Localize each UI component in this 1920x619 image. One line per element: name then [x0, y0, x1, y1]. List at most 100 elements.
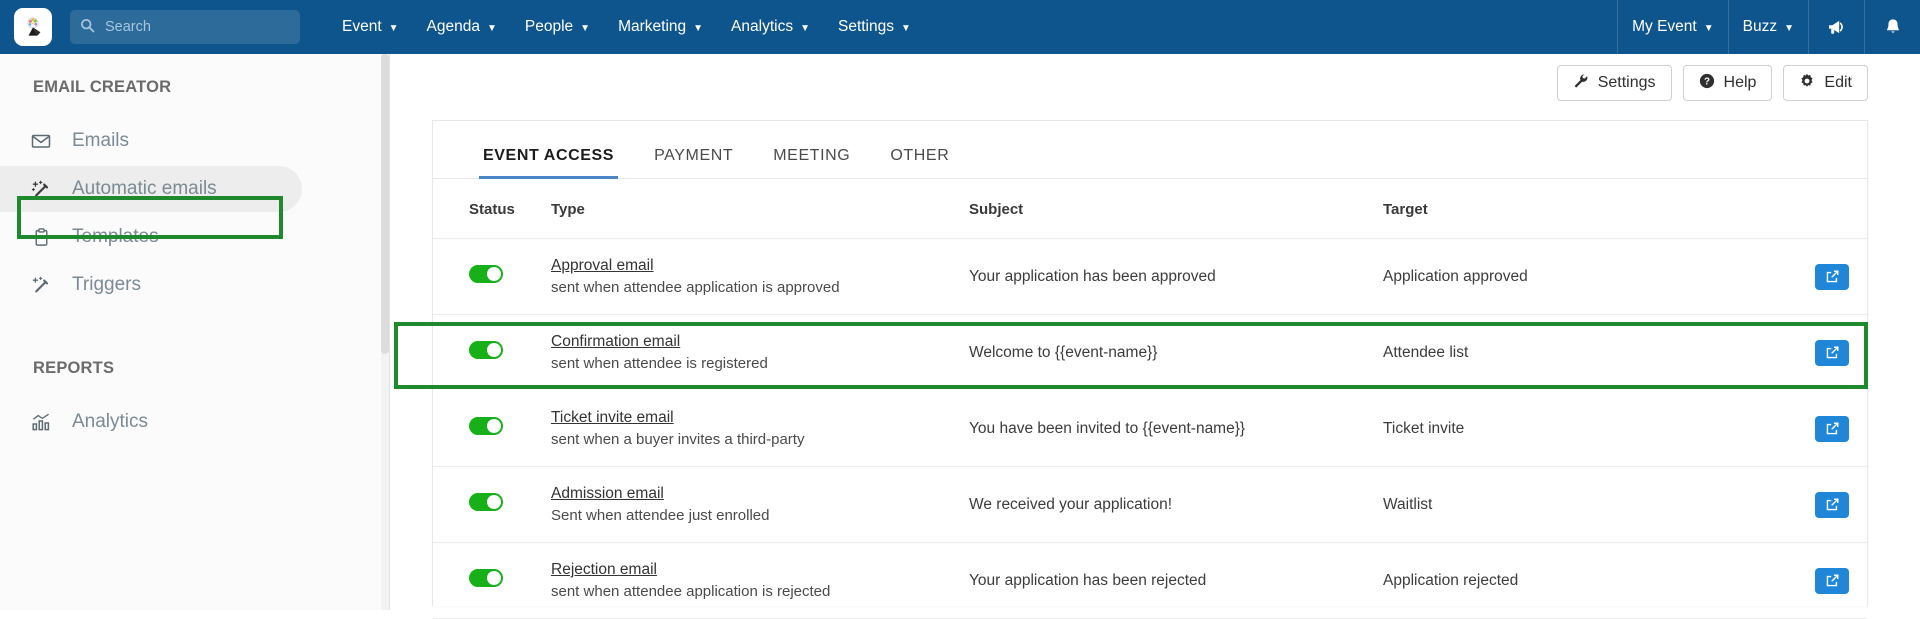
nav-item-buzz[interactable]: Buzz ▼	[1727, 0, 1808, 54]
nav-item-label: Agenda	[426, 18, 480, 35]
external-link-icon[interactable]	[1815, 339, 1849, 366]
magic-wand-icon	[28, 178, 54, 201]
row-action-cell	[1713, 390, 1867, 467]
row-target-cell: Ticket invite	[1383, 390, 1713, 467]
wrench-icon	[1573, 73, 1589, 94]
edit-button[interactable]: Edit	[1783, 65, 1868, 101]
sidebar-item-analytics[interactable]: Analytics	[0, 398, 389, 446]
edit-button-label: Edit	[1824, 74, 1852, 91]
tab-payment[interactable]: PAYMENT	[634, 147, 753, 178]
row-type-cell: Confirmation email sent when attendee is…	[551, 315, 969, 391]
nav-item-marketing[interactable]: Marketing ▼	[604, 0, 717, 54]
row-status-cell	[433, 542, 551, 619]
question-circle-icon: ?	[1699, 73, 1715, 94]
row-type-cell: Approval email sent when attendee applic…	[551, 238, 969, 315]
nav-item-label: My Event	[1632, 18, 1697, 35]
chevron-down-icon: ▼	[580, 22, 591, 34]
row-subject-cell: We received your application!	[969, 466, 1383, 543]
column-header-target: Target	[1383, 179, 1713, 239]
row-action-cell	[1713, 542, 1867, 619]
automatic-emails-panel: EVENT ACCESS PAYMENT MEETING OTHER Statu…	[432, 120, 1868, 619]
nav-item-event[interactable]: Event ▼	[328, 0, 413, 54]
nav-item-my-event[interactable]: My Event ▼	[1617, 0, 1728, 54]
table-row: Approval email sent when attendee applic…	[433, 238, 1867, 315]
nav-item-label: Marketing	[618, 18, 687, 35]
sidebar: EMAIL CREATOR Emails Automatic emails Te…	[0, 54, 390, 610]
email-type-link[interactable]: Approval email	[551, 257, 654, 275]
row-target-cell: Application rejected	[1383, 542, 1713, 619]
sidebar-item-triggers[interactable]: Triggers	[0, 261, 389, 309]
automatic-emails-table: Status Type Subject Target Approval emai…	[433, 179, 1867, 619]
external-link-icon[interactable]	[1815, 567, 1849, 594]
sidebar-scrollbar[interactable]	[381, 54, 389, 610]
search-input[interactable]	[103, 18, 290, 36]
nav-item-label: Settings	[837, 18, 894, 35]
app-logo-icon[interactable]	[14, 8, 52, 46]
column-header-subject: Subject	[969, 179, 1383, 239]
status-toggle[interactable]	[469, 493, 503, 511]
row-type-cell: Admission email Sent when attendee just …	[551, 466, 969, 543]
help-button-label: Help	[1723, 74, 1757, 91]
gear-icon	[1799, 73, 1815, 94]
toggle-knob	[487, 343, 501, 357]
main-content: Settings ? Help Edit EVENT ACCESS PAYMEN…	[390, 54, 1920, 619]
row-subject-cell: You have been invited to {{event-name}}	[969, 390, 1383, 467]
nav-item-people[interactable]: People ▼	[511, 0, 604, 54]
chevron-down-icon: ▼	[901, 22, 911, 34]
email-type-link[interactable]: Confirmation email	[551, 333, 680, 351]
sidebar-item-label: Templates	[72, 226, 159, 247]
row-target-cell: Attendee list	[1383, 343, 1469, 361]
bell-icon[interactable]	[1864, 0, 1920, 54]
tab-meeting[interactable]: MEETING	[753, 147, 870, 178]
status-toggle[interactable]	[469, 265, 503, 283]
status-toggle[interactable]	[469, 417, 503, 435]
table-body: Approval email sent when attendee applic…	[433, 238, 1867, 619]
top-nav-right-group: My Event ▼ Buzz ▼	[1617, 0, 1920, 54]
email-type-link[interactable]: Rejection email	[551, 561, 657, 579]
tab-event-access[interactable]: EVENT ACCESS	[463, 147, 634, 179]
nav-item-label: Analytics	[731, 18, 794, 35]
row-target-cell: Waitlist	[1383, 466, 1713, 543]
external-link-icon[interactable]	[1815, 415, 1849, 442]
sidebar-item-templates[interactable]: Templates	[0, 213, 389, 261]
row-status-cell	[433, 238, 551, 315]
status-toggle[interactable]	[469, 569, 503, 587]
status-toggle[interactable]	[469, 341, 503, 359]
row-status-cell	[433, 390, 551, 467]
sidebar-item-emails[interactable]: Emails	[0, 117, 389, 165]
settings-button-label: Settings	[1597, 74, 1656, 91]
nav-item-label: Buzz	[1742, 18, 1778, 35]
wand-sparkle-icon	[28, 274, 54, 297]
sidebar-scrollbar-thumb[interactable]	[381, 54, 389, 354]
toggle-knob	[487, 267, 501, 281]
tab-bar: EVENT ACCESS PAYMENT MEETING OTHER	[433, 121, 1867, 179]
sidebar-item-automatic-emails[interactable]: Automatic emails	[0, 165, 389, 213]
external-link-icon[interactable]	[1815, 491, 1849, 518]
help-button[interactable]: ? Help	[1682, 65, 1773, 101]
search-icon	[80, 18, 95, 37]
envelope-icon	[28, 130, 54, 152]
nav-item-settings[interactable]: Settings ▼	[824, 0, 925, 54]
nav-item-analytics[interactable]: Analytics ▼	[717, 0, 824, 54]
column-header-status: Status	[433, 179, 551, 239]
nav-item-agenda[interactable]: Agenda ▼	[413, 0, 511, 54]
table-row: Confirmation email sent when attendee is…	[433, 315, 1867, 391]
sidebar-item-label: Triggers	[72, 274, 141, 295]
toggle-knob	[487, 495, 501, 509]
row-action-cell	[1713, 466, 1867, 543]
table-header-row: Status Type Subject Target	[433, 179, 1867, 239]
search-box[interactable]	[70, 10, 300, 44]
email-type-link[interactable]: Admission email	[551, 485, 664, 503]
email-type-description: sent when a buyer invites a third-party	[551, 431, 805, 448]
email-type-link[interactable]: Ticket invite email	[551, 409, 674, 427]
megaphone-icon[interactable]	[1808, 0, 1864, 54]
chevron-down-icon: ▼	[800, 22, 810, 34]
sidebar-item-label: Analytics	[72, 411, 149, 432]
external-link-icon[interactable]	[1815, 263, 1849, 290]
row-target-cell: Application approved	[1383, 238, 1713, 315]
top-navigation-bar: Event ▼ Agenda ▼ People ▼ Marketing ▼ An…	[0, 0, 1920, 54]
settings-button[interactable]: Settings	[1556, 65, 1672, 101]
tab-other[interactable]: OTHER	[870, 147, 969, 178]
table-row: Rejection email sent when attendee appli…	[433, 542, 1867, 619]
bar-chart-icon	[28, 411, 54, 433]
